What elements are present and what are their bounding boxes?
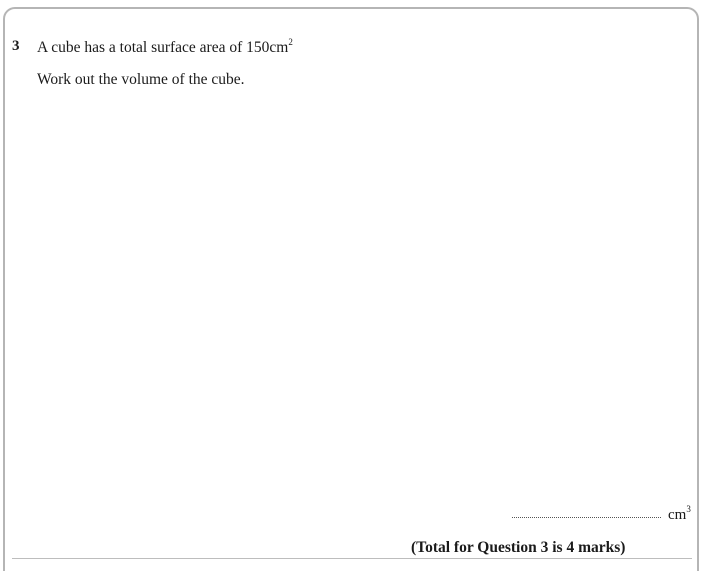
answer-line[interactable] — [512, 517, 661, 518]
answer-unit-label: cm — [668, 507, 687, 523]
question-text-unit-power: 2 — [288, 37, 293, 47]
exam-page: 3 A cube has a total surface area of 150… — [0, 0, 707, 571]
answer-unit-power: 3 — [686, 504, 691, 514]
question-text: A cube has a total surface area of 150cm… — [37, 37, 293, 57]
question-text-unit: cm — [269, 39, 289, 57]
question-frame — [3, 7, 699, 571]
divider — [12, 558, 692, 559]
answer-unit: cm3 — [668, 504, 691, 524]
question-text-body: A cube has a total surface area of 150 — [37, 39, 270, 57]
question-instruction: Work out the volume of the cube. — [37, 71, 245, 88]
question-number: 3 — [12, 38, 20, 54]
total-marks: (Total for Question 3 is 4 marks) — [411, 539, 626, 556]
